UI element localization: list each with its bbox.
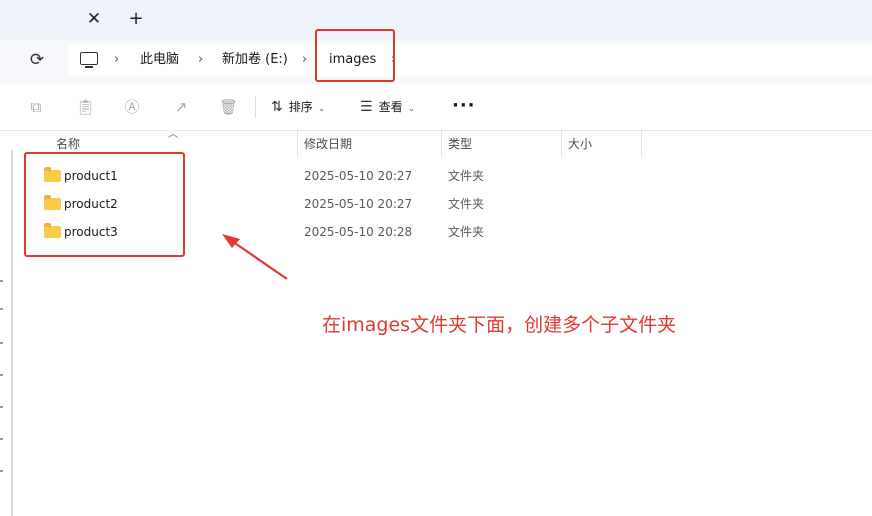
nav-marker	[0, 374, 3, 376]
view-button[interactable]: ☰ 查看 ⌄	[360, 95, 415, 119]
column-divider[interactable]	[561, 131, 562, 157]
annotation-arrow-icon	[222, 234, 288, 280]
view-label: 查看	[378, 100, 403, 114]
refresh-icon[interactable]: ⟳	[27, 50, 47, 70]
computer-icon[interactable]	[80, 52, 98, 68]
sort-button[interactable]: ⇅ 排序 ⌄	[271, 95, 325, 119]
annotation-highlight-box	[315, 29, 395, 82]
paste-icon[interactable]: 📋︎	[76, 98, 95, 116]
column-divider[interactable]	[641, 131, 642, 157]
more-options-button[interactable]: ···	[452, 95, 476, 119]
file-type: 文件夹	[448, 169, 485, 183]
share-icon[interactable]: ↗	[172, 98, 190, 116]
annotation-text: 在images文件夹下面，创建多个子文件夹	[322, 314, 677, 336]
address-row: ⟳ › 此电脑 › 新加卷 (E:) › images ›	[0, 40, 872, 84]
nav-marker	[0, 438, 3, 440]
breadcrumb-chevron-icon[interactable]: ›	[114, 44, 119, 76]
column-divider[interactable]	[441, 131, 442, 157]
new-tab-icon[interactable]: +	[126, 8, 146, 30]
sort-ascending-icon: ︿	[168, 129, 178, 140]
column-divider[interactable]	[297, 131, 298, 157]
breadcrumb-drive-e[interactable]: 新加卷 (E:)	[222, 44, 288, 76]
column-header-size[interactable]: 大小	[568, 131, 592, 157]
address-bar[interactable]: › 此电脑 › 新加卷 (E:) › images ›	[68, 44, 872, 76]
breadcrumb-chevron-icon[interactable]: ›	[198, 44, 203, 76]
breadcrumb-this-pc[interactable]: 此电脑	[140, 44, 179, 76]
view-icon: ☰	[360, 99, 373, 115]
delete-icon[interactable]: 🗑︎	[219, 98, 238, 116]
close-tab-icon[interactable]: ✕	[84, 8, 104, 30]
toolbar-divider	[255, 96, 256, 118]
navigation-pane-splitter[interactable]	[11, 150, 13, 516]
tab-strip: ✕ +	[0, 0, 872, 40]
nav-marker	[0, 470, 3, 472]
nav-marker	[0, 406, 3, 408]
chevron-down-icon: ⌄	[407, 104, 416, 114]
nav-marker	[0, 280, 3, 282]
file-type: 文件夹	[448, 197, 485, 211]
file-modified: 2025-05-10 20:27	[304, 197, 413, 211]
sort-icon: ⇅	[271, 99, 283, 115]
nav-marker	[0, 342, 3, 344]
breadcrumb-chevron-icon[interactable]: ›	[302, 44, 307, 76]
command-bar: ⧉ 📋︎ Ⓐ ↗ 🗑︎ ⇅ 排序 ⌄ ☰ 查看 ⌄ ···	[0, 84, 872, 131]
rename-icon[interactable]: Ⓐ	[123, 98, 141, 116]
file-modified: 2025-05-10 20:28	[304, 225, 413, 239]
column-header-modified[interactable]: 修改日期	[304, 131, 352, 157]
column-header-type[interactable]: 类型	[448, 131, 472, 157]
file-type: 文件夹	[448, 225, 485, 239]
copy-icon[interactable]: ⧉	[27, 98, 45, 116]
file-modified: 2025-05-10 20:27	[304, 169, 413, 183]
nav-marker	[0, 308, 3, 310]
annotation-highlight-box	[24, 152, 185, 257]
chevron-down-icon: ⌄	[317, 104, 326, 114]
sort-label: 排序	[288, 100, 313, 114]
